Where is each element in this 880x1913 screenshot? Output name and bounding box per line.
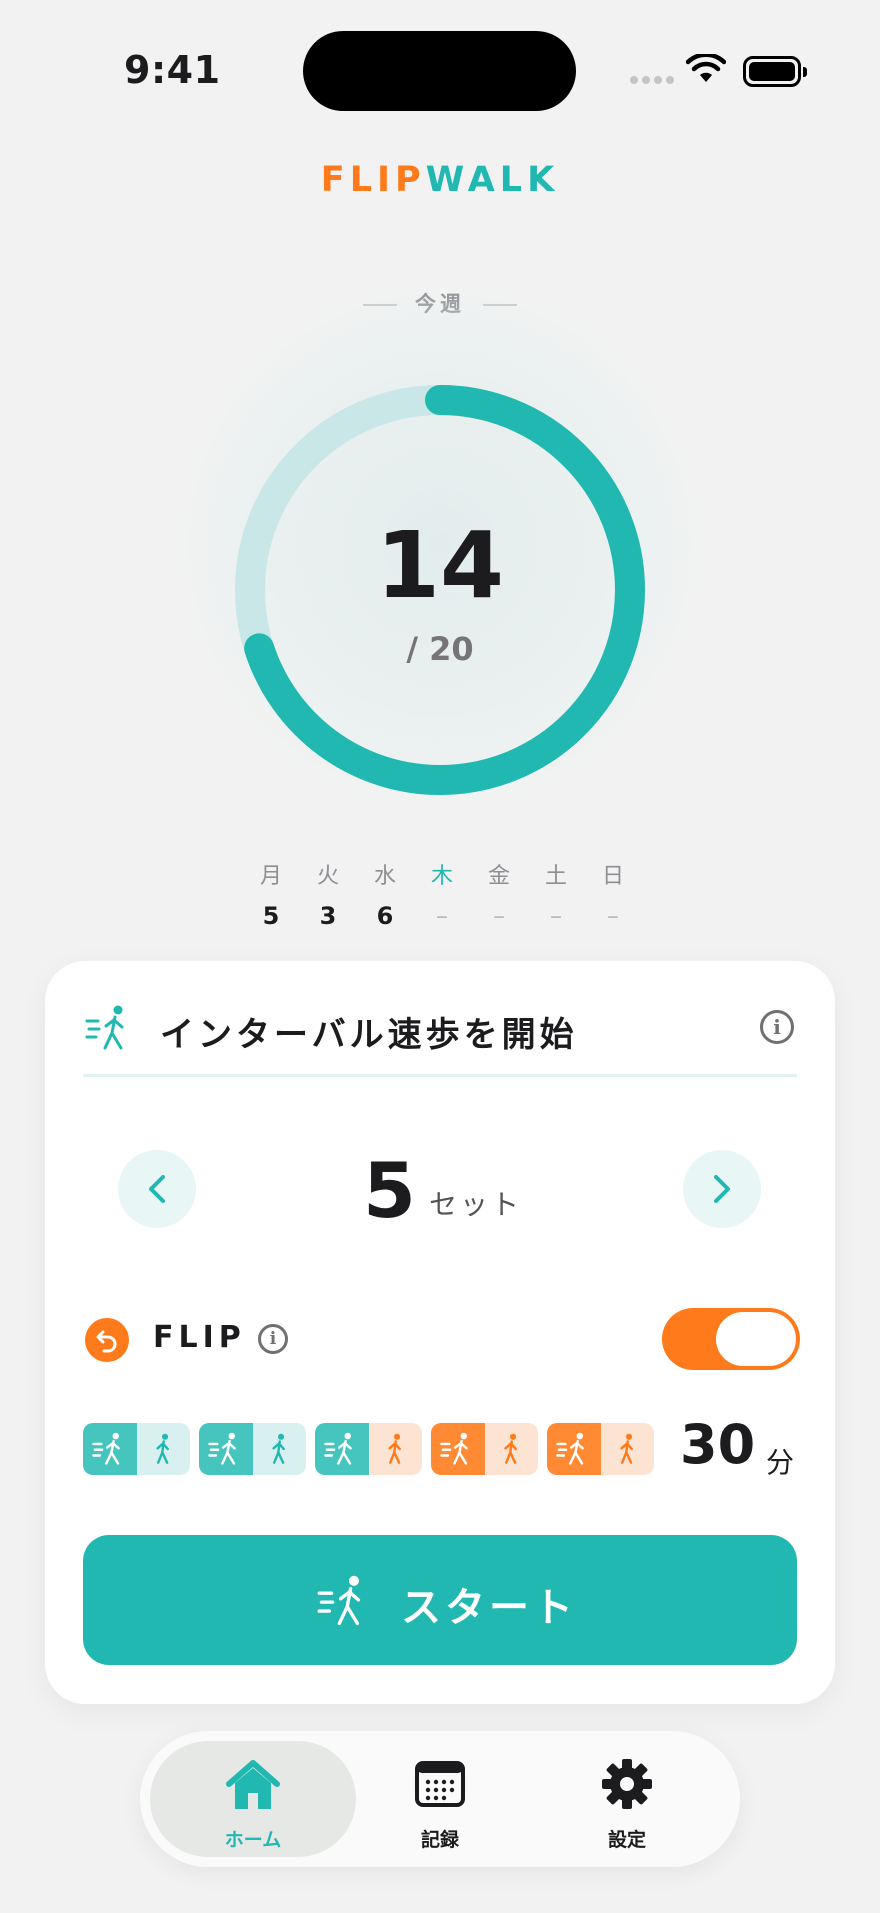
sets-value: 5 <box>363 1146 416 1235</box>
fast-walk-icon <box>315 1423 369 1475</box>
set-block <box>83 1423 190 1475</box>
calendar-icon <box>415 1761 465 1807</box>
tab-home-label: ホーム <box>224 1829 282 1851</box>
day-value: 5 <box>262 902 280 930</box>
day-value: 3 <box>319 902 337 930</box>
day-fri: 金 – <box>471 858 527 930</box>
weekly-goal: / 20 <box>406 630 474 668</box>
start-button[interactable]: スタート <box>83 1535 797 1665</box>
tab-settings[interactable]: 設定 <box>524 1741 730 1857</box>
chevron-left-icon <box>149 1175 165 1203</box>
fast-walk-icon <box>199 1423 253 1475</box>
walk-icon <box>252 1423 306 1475</box>
day-value: – <box>436 902 448 930</box>
day-name: 土 <box>544 864 567 889</box>
set-block <box>315 1423 422 1475</box>
increase-sets-button[interactable] <box>683 1150 761 1228</box>
battery-icon <box>743 56 807 87</box>
walk-icon <box>368 1423 422 1475</box>
fast-walk-icon <box>317 1575 361 1626</box>
fast-walk-icon <box>547 1423 601 1475</box>
day-name: 木 <box>430 864 453 889</box>
cellular-signal-icon <box>630 76 674 86</box>
day-tue: 火3 <box>300 858 356 930</box>
tab-records-label: 記録 <box>420 1829 459 1851</box>
decrease-sets-button[interactable] <box>118 1150 196 1228</box>
day-thu: 木 – <box>414 858 470 930</box>
divider <box>83 1074 797 1077</box>
flip-label: FLIP <box>153 1320 246 1355</box>
home-icon <box>226 1760 280 1809</box>
walk-icon <box>600 1423 654 1475</box>
day-value: – <box>493 902 505 930</box>
day-sun: 日 – <box>585 858 641 930</box>
flip-info-icon[interactable]: i <box>258 1324 288 1354</box>
total-duration-unit: 分 <box>766 1446 795 1479</box>
day-value: 6 <box>376 902 394 930</box>
logo-part-walk: WALK <box>425 160 560 200</box>
start-button-label: スタート <box>401 1585 577 1631</box>
day-name: 水 <box>373 864 396 889</box>
fast-walk-icon <box>85 1005 124 1050</box>
toggle-knob <box>716 1312 796 1366</box>
sets-unit: セット <box>429 1188 523 1221</box>
total-duration-value: 30 <box>680 1413 756 1476</box>
day-value: – <box>607 902 619 930</box>
weekly-count: 14 <box>375 512 505 619</box>
card-title: インターバル速歩を開始 <box>160 1015 578 1055</box>
chevron-right-icon <box>714 1175 730 1203</box>
home-screen: 9:41 FLIPWALK 今週 14 / 20 月5 火3 水6 木– 金– … <box>0 0 880 1913</box>
wifi-icon <box>686 54 726 82</box>
fast-walk-icon <box>83 1423 137 1475</box>
gear-icon <box>602 1759 652 1809</box>
day-wed: 水6 <box>357 858 413 930</box>
day-mon: 月5 <box>243 858 299 930</box>
tab-bar: ホーム 記録 設定 <box>140 1731 740 1867</box>
interval-walk-card: インターバル速歩を開始 i 5 セット FLIP i 30 分 スタート <box>45 961 835 1704</box>
day-sat: 土 – <box>528 858 584 930</box>
set-block <box>547 1423 654 1475</box>
app-logo: FLIPWALK <box>0 160 880 200</box>
flip-toggle[interactable] <box>662 1308 800 1370</box>
day-name: 日 <box>601 864 624 889</box>
weekday-summary: 月5 火3 水6 木 – 金 – 土 – 日 – <box>243 858 641 930</box>
day-name: 月 <box>259 864 282 889</box>
set-block <box>431 1423 538 1475</box>
walk-icon <box>484 1423 538 1475</box>
logo-part-flip: FLIP <box>320 160 426 200</box>
day-value: – <box>550 902 562 930</box>
tab-home[interactable]: ホーム <box>150 1741 356 1857</box>
set-block <box>199 1423 306 1475</box>
dynamic-island <box>303 31 576 111</box>
set-preview <box>83 1423 654 1475</box>
walk-icon <box>136 1423 190 1475</box>
flip-icon <box>85 1318 129 1362</box>
status-time: 9:41 <box>124 48 221 92</box>
tab-settings-label: 設定 <box>607 1829 646 1851</box>
day-name: 金 <box>487 864 510 889</box>
day-name: 火 <box>316 864 339 889</box>
fast-walk-icon <box>431 1423 485 1475</box>
info-icon[interactable]: i <box>760 1010 794 1044</box>
tab-records[interactable]: 記録 <box>337 1741 543 1857</box>
